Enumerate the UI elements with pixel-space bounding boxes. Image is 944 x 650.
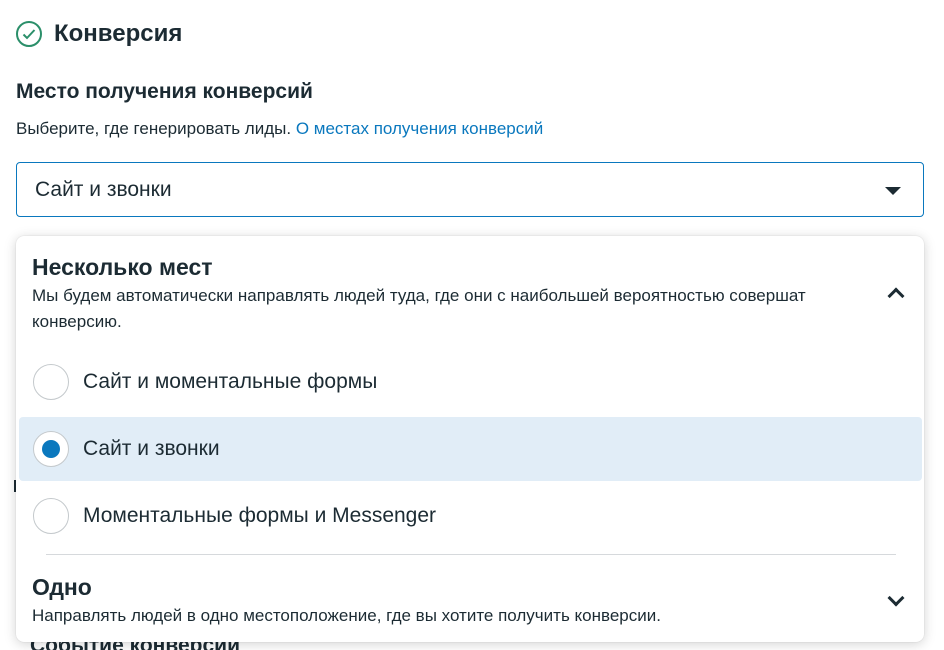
option-site-instant-forms[interactable]: Сайт и моментальные формы [19, 350, 922, 414]
option-instant-forms-messenger[interactable]: Моментальные формы и Messenger [19, 484, 922, 548]
radio-button-selected[interactable] [33, 431, 69, 467]
option-site-calls[interactable]: Сайт и звонки [19, 417, 922, 481]
divider [46, 554, 896, 555]
dropdown-menu: Несколько мест Мы будем автоматически на… [16, 236, 924, 642]
check-circle-icon [16, 21, 42, 47]
group-multi-header[interactable]: Несколько мест Мы будем автоматически на… [32, 254, 892, 335]
option-label: Сайт и моментальные формы [83, 370, 378, 393]
group-single-description: Направлять людей в одно местоположение, … [32, 606, 661, 625]
option-label: Моментальные формы и Messenger [83, 504, 437, 527]
group-single-title: Одно [32, 574, 92, 600]
field-label: Место получения конверсий [16, 80, 313, 103]
help-link[interactable]: О местах получения конверсий [296, 119, 543, 138]
section-title: Конверсия [54, 20, 183, 47]
page: Конверсия Место получения конверсий Выбе… [0, 0, 944, 650]
group-multi-description: Мы будем автоматически направлять людей … [32, 286, 806, 331]
section-header: Конверсия [16, 20, 182, 48]
option-label: Сайт и звонки [83, 437, 220, 460]
group-single-header[interactable]: Одно Направлять людей в одно местоположе… [32, 574, 892, 629]
radio-button[interactable] [33, 364, 69, 400]
field-help: Выберите, где генерировать лиды. О места… [16, 119, 543, 139]
radio-button[interactable] [33, 498, 69, 534]
radio-dot [42, 440, 60, 458]
caret-down-icon [885, 187, 901, 195]
conversion-location-select[interactable]: Сайт и звонки [16, 162, 924, 217]
select-value: Сайт и звонки [35, 177, 172, 201]
group-multi-title: Несколько мест [32, 254, 213, 280]
field-help-text: Выберите, где генерировать лиды. [16, 119, 292, 138]
